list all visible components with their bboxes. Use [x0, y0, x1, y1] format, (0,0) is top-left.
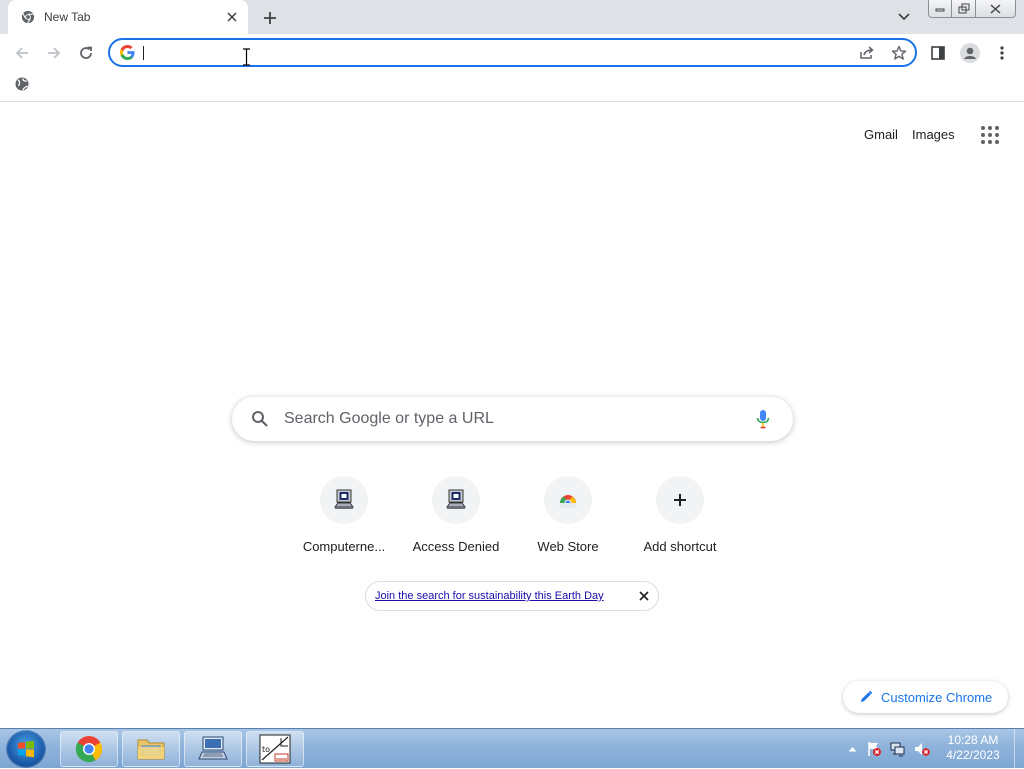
kebab-menu-icon — [1000, 46, 1004, 60]
google-g-icon — [119, 44, 136, 61]
restore-button[interactable] — [952, 0, 976, 18]
add-shortcut-tile[interactable]: Add shortcut — [624, 473, 736, 563]
avatar-icon — [960, 43, 980, 63]
chrome-icon — [20, 9, 36, 25]
clock-time: 10:28 AM — [947, 733, 999, 747]
images-link[interactable]: Images — [912, 127, 955, 142]
star-icon[interactable] — [889, 44, 909, 62]
browser-toolbar — [0, 34, 1024, 72]
share-icon[interactable] — [857, 44, 877, 62]
globe-icon[interactable] — [14, 76, 30, 92]
webstore-icon — [544, 476, 592, 524]
bookmarks-bar — [0, 72, 1024, 102]
chevron-down-icon[interactable] — [894, 8, 914, 26]
google-apps-icon[interactable] — [978, 123, 1002, 147]
side-panel-icon — [931, 46, 945, 60]
action-center-icon[interactable] — [866, 741, 882, 757]
tab-new-tab[interactable]: New Tab — [8, 0, 248, 34]
computer-icon — [432, 476, 480, 524]
network-icon[interactable] — [890, 741, 906, 757]
customize-chrome-button[interactable]: Customize Chrome — [843, 681, 1008, 713]
taskbar-app-button[interactable]: to — [246, 731, 304, 767]
time-app-label: to — [262, 745, 270, 754]
show-desktop-button[interactable] — [1014, 729, 1024, 769]
clock-date: 4/22/2023 — [946, 748, 1000, 762]
promo-chip: Join the search for sustainability this … — [365, 581, 659, 611]
pencil-icon — [861, 690, 873, 702]
computer-icon — [320, 476, 368, 524]
taskbar-explorer-button[interactable] — [122, 731, 180, 767]
shortcut-title: Add shortcut — [643, 539, 717, 554]
ntp-search-input[interactable] — [284, 409, 724, 429]
tab-close-icon[interactable] — [224, 9, 240, 25]
microphone-icon[interactable] — [754, 409, 772, 429]
tab-strip: New Tab — [0, 0, 1024, 34]
time-app-icon: to — [259, 734, 291, 764]
promo-link[interactable]: Join the search for sustainability this … — [375, 590, 604, 602]
text-caret — [143, 46, 144, 60]
tab-title: New Tab — [44, 10, 91, 24]
search-icon — [252, 411, 268, 427]
address-input[interactable] — [146, 43, 826, 63]
taskbar-keyboard-button[interactable] — [184, 731, 242, 767]
menu-button[interactable] — [988, 39, 1016, 67]
ntp-search-box[interactable] — [232, 397, 793, 441]
reload-icon — [80, 46, 92, 59]
minimize-button[interactable] — [928, 0, 952, 18]
shortcut-title: Computerne... — [302, 539, 386, 554]
start-button[interactable] — [6, 730, 46, 768]
arrow-left-icon — [15, 47, 28, 59]
close-icon[interactable] — [637, 589, 651, 603]
windows-logo-icon — [18, 740, 34, 758]
profile-button[interactable] — [956, 39, 984, 67]
chevron-up-icon[interactable] — [844, 741, 860, 757]
reload-button[interactable] — [72, 39, 100, 67]
plus-icon — [656, 476, 704, 524]
chrome-icon — [75, 736, 103, 763]
back-button[interactable] — [8, 39, 36, 67]
on-screen-keyboard-icon — [198, 736, 228, 760]
arrow-right-icon — [48, 47, 61, 59]
taskbar: to 10:28 AM 4/22/2023 — [0, 728, 1024, 769]
volume-muted-icon[interactable] — [914, 741, 930, 757]
shortcut-tile[interactable]: Computerne... — [288, 473, 400, 563]
taskbar-chrome-button[interactable] — [60, 731, 118, 767]
omnibox[interactable] — [108, 38, 917, 67]
shortcut-tile[interactable]: Web Store — [512, 473, 624, 563]
taskbar-clock[interactable]: 10:28 AM 4/22/2023 — [938, 733, 1008, 763]
shortcut-title: Web Store — [537, 539, 599, 554]
side-panel-button[interactable] — [924, 39, 952, 67]
gmail-link[interactable]: Gmail — [864, 127, 898, 142]
new-tab-page: Gmail Images Computerne... Access Denied… — [0, 103, 1024, 728]
folder-icon — [137, 739, 165, 760]
customize-label: Customize Chrome — [881, 689, 993, 705]
forward-button[interactable] — [40, 39, 68, 67]
shortcut-tile[interactable]: Access Denied — [400, 473, 512, 563]
shortcut-title: Access Denied — [412, 539, 500, 554]
new-tab-button[interactable] — [259, 7, 281, 29]
window-close-button[interactable] — [976, 0, 1016, 18]
